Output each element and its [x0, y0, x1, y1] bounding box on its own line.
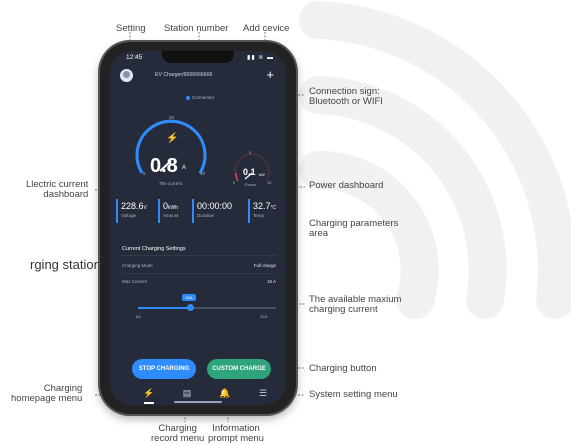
- divider: [122, 273, 276, 274]
- top-bar: EV Charger/6666666666 +: [110, 67, 286, 91]
- menu-icon[interactable]: ☰: [256, 388, 270, 400]
- current-tick-mid: 20: [169, 115, 175, 120]
- status-icons: ▮▮ ≋ ▬: [247, 55, 274, 61]
- nav-active-indicator: [144, 402, 154, 404]
- bluetooth-icon: [186, 95, 190, 100]
- max-current-label: Max Current: [122, 279, 147, 284]
- power-caption: Power: [245, 182, 257, 187]
- current-caption: The current: [159, 181, 183, 186]
- charging-mode-label: Charging Mode: [122, 263, 153, 268]
- connection-label: Connected: [192, 95, 214, 100]
- home-charge-icon[interactable]: ⚡: [142, 388, 156, 400]
- charging-mode-value: Full charge: [253, 263, 276, 268]
- app-screen: 12:45 ▮▮ ≋ ▬ EV Charger/6666666666 + Con…: [110, 51, 286, 405]
- param-value: 00:00:00: [197, 201, 233, 211]
- settings-title: Current Charging Settings: [122, 246, 186, 252]
- divider: [122, 255, 276, 256]
- station-number[interactable]: EV Charger/6666666666: [155, 72, 212, 78]
- phone-mockup: 12:45 ▮▮ ≋ ▬ EV Charger/6666666666 + Con…: [100, 42, 296, 414]
- charging-parameters: 228.6V Voltage 0kWh Amount 00:00:00 Dura…: [116, 199, 284, 225]
- param-value: 228.6V: [121, 201, 147, 211]
- annotation-prompt-menu: Information prompt menu: [208, 423, 264, 445]
- annotation-current-dashboard: Llectric current dashboard: [26, 179, 89, 201]
- param-label: Voltage: [121, 213, 137, 218]
- phone-notch: [162, 51, 234, 63]
- annotation-power-dashboard: Power dashboard: [309, 180, 384, 191]
- param-label: Amount: [163, 213, 179, 218]
- annotation-homepage-menu: Charging homepage menu: [11, 383, 83, 405]
- power-tick-min: 0: [233, 180, 236, 185]
- connection-status[interactable]: Connected: [186, 95, 214, 100]
- param-value: 0kWh: [163, 201, 179, 211]
- settings-avatar-icon[interactable]: [120, 69, 133, 82]
- param-amount: 0kWh Amount: [158, 199, 179, 223]
- record-icon[interactable]: ▤: [180, 388, 194, 400]
- current-tick-min: 0: [143, 171, 146, 176]
- status-time: 12:45: [126, 54, 143, 61]
- slider-max-label: 32A: [260, 314, 268, 319]
- current-tick-max: 40: [200, 171, 206, 176]
- param-duration: 00:00:00 Duration: [192, 199, 232, 223]
- param-label: Duration: [197, 213, 215, 218]
- param-value: 32.7°C: [253, 201, 277, 211]
- annotation-charging-params: Charging parameters area: [309, 218, 399, 240]
- max-current-slider-handle[interactable]: [186, 304, 194, 311]
- max-current-slider-fill: [138, 307, 191, 309]
- param-label: Temp: [253, 213, 265, 218]
- annotation-setting: Setting: [116, 23, 146, 34]
- current-unit: A: [182, 165, 187, 171]
- annotation-record-menu: Charging record menu: [151, 423, 205, 445]
- bell-icon[interactable]: 🔔: [218, 388, 232, 400]
- custom-charge-button[interactable]: CUSTOM CHARGE: [207, 359, 271, 379]
- charging-mode-row[interactable]: Charging Mode Full charge: [122, 263, 276, 268]
- annotation-charging-button: Charging button: [309, 363, 377, 374]
- annotation-max-current: The available maxium charging current: [309, 294, 402, 316]
- max-current-value: 16 A: [266, 279, 276, 284]
- annotation-add-device: Add cevice: [243, 23, 290, 34]
- current-value: 0.8: [150, 155, 178, 177]
- annotation-charging-stations: rging stations: [30, 257, 108, 272]
- max-current-row: Max Current 16 A: [122, 279, 276, 284]
- max-current-slider-tag: 16A: [182, 294, 196, 301]
- param-temp: 32.7°C Temp: [248, 199, 276, 223]
- power-value: 0.1: [243, 167, 256, 177]
- add-device-button[interactable]: +: [266, 67, 274, 82]
- power-unit: kW: [259, 172, 265, 177]
- annotation-connection-sign: Connection sign: Bluetooth or WIFI: [309, 86, 383, 108]
- home-indicator: [174, 401, 222, 403]
- stop-charging-button[interactable]: STOP CHARGING: [132, 359, 196, 379]
- annotation-system-setting-menu: System setting menu: [309, 389, 398, 400]
- slider-min-label: 6A: [136, 314, 141, 319]
- annotation-station-number: Station number: [164, 23, 229, 34]
- param-voltage: 228.6V Voltage: [116, 199, 147, 223]
- power-tick-mid: 5: [249, 150, 252, 155]
- lightning-icon: ⚡: [166, 133, 179, 144]
- power-tick-max: 10: [267, 180, 272, 185]
